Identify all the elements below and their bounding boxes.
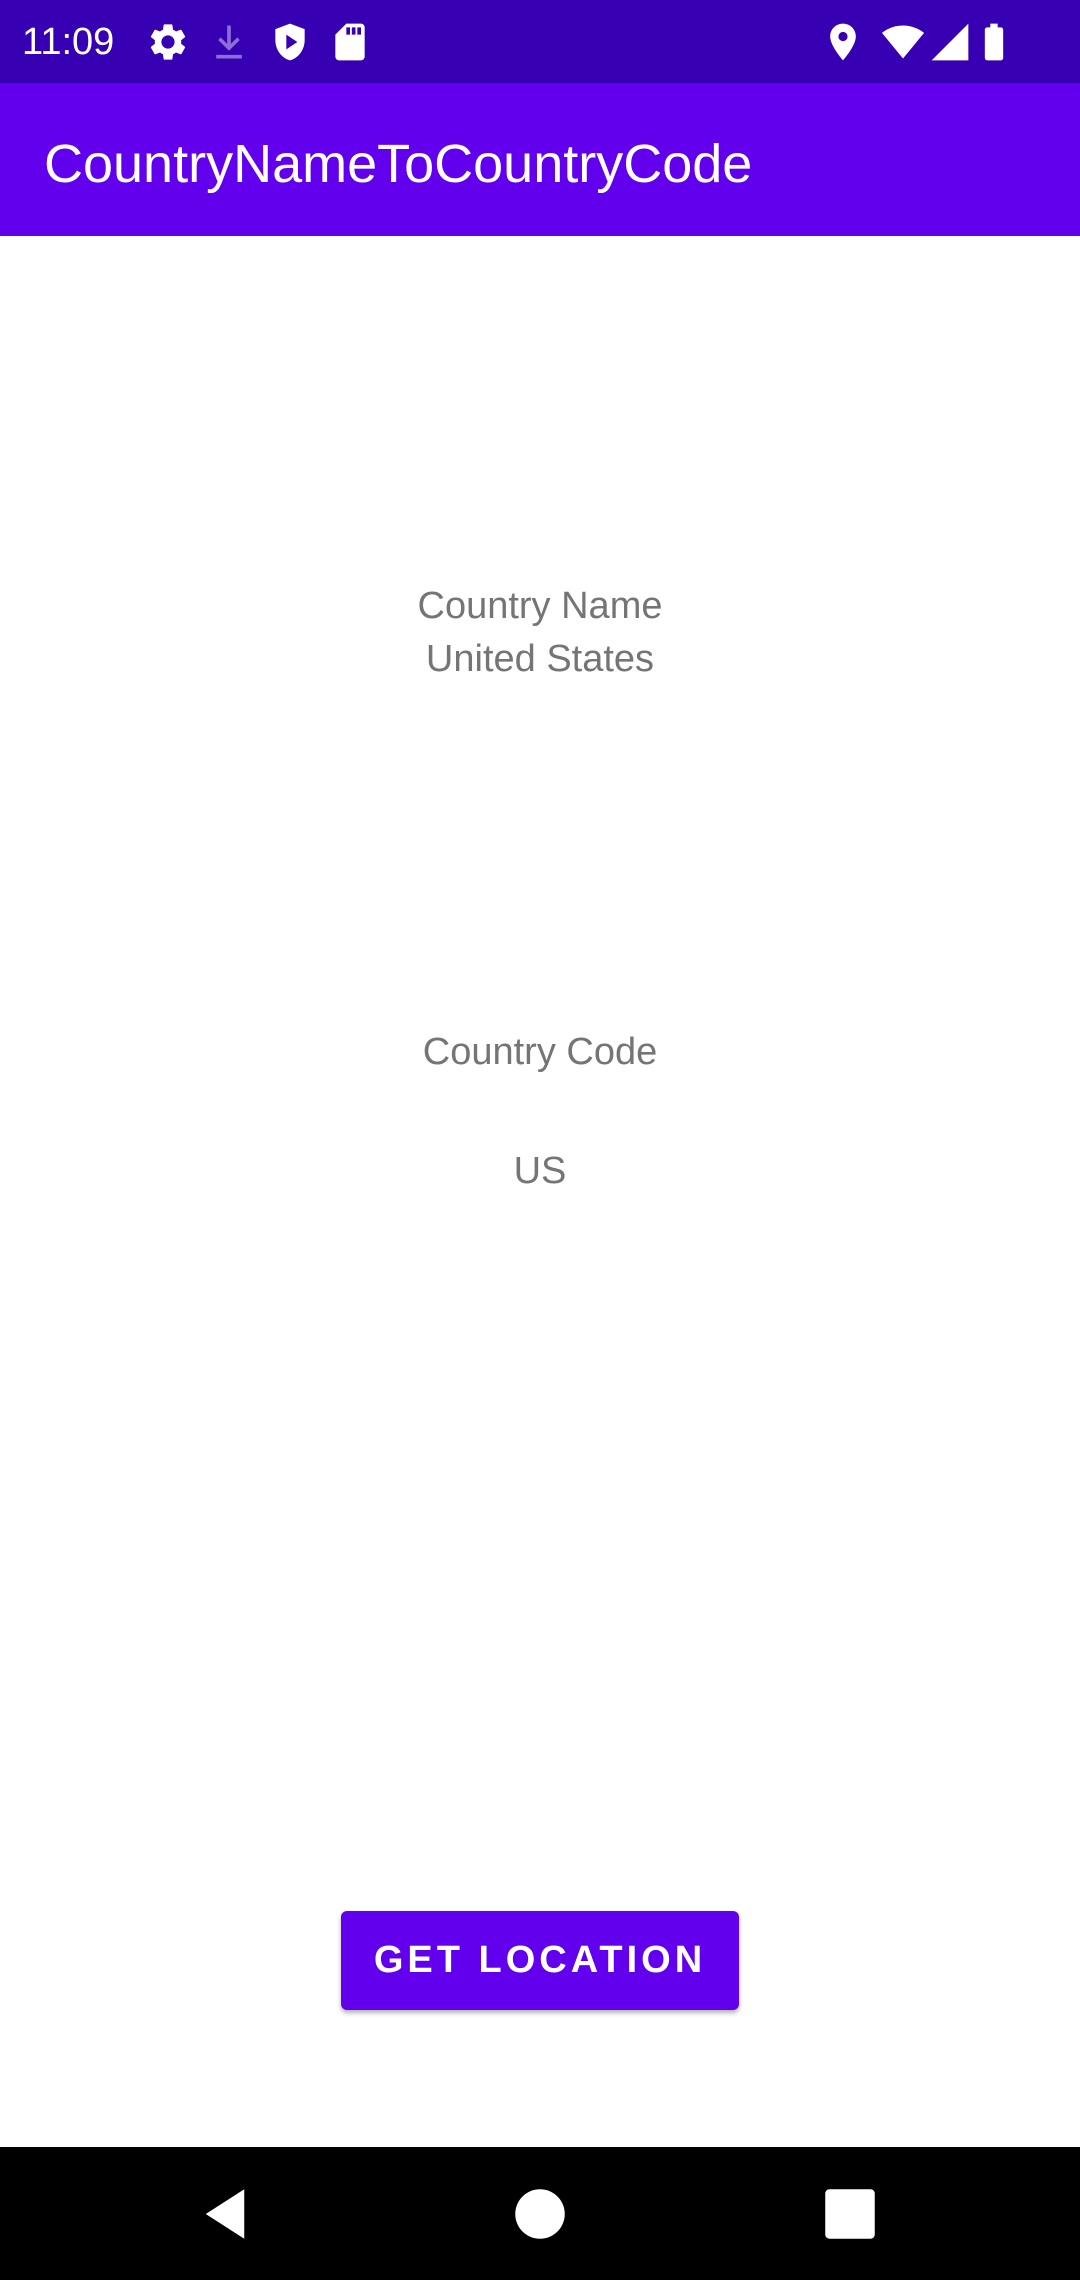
- get-location-button[interactable]: GET LOCATION: [341, 1911, 739, 2010]
- cell-signal-icon: [928, 20, 972, 64]
- navigation-bar: [0, 2147, 1080, 2280]
- country-name-value: United States: [425, 638, 655, 680]
- location-pin-icon: [821, 20, 865, 64]
- recents-icon[interactable]: [817, 2181, 883, 2247]
- sd-card-icon: [328, 20, 372, 64]
- status-time: 11:09: [22, 21, 115, 63]
- country-name-label: Country Name: [417, 585, 663, 627]
- wifi-icon: [878, 20, 928, 64]
- battery-icon: [972, 20, 1016, 64]
- shield-play-icon: [268, 20, 312, 64]
- country-code-value: US: [513, 1150, 567, 1192]
- main-content: Country Name United States Country Code …: [0, 236, 1080, 2147]
- status-bar: 11:09: [0, 0, 1080, 83]
- gear-icon: [146, 20, 190, 64]
- country-code-label: Country Code: [422, 1031, 658, 1073]
- download-icon: [207, 20, 251, 64]
- app-bar: CountryNameToCountryCode: [0, 83, 1080, 236]
- app-title: CountryNameToCountryCode: [44, 134, 753, 194]
- back-icon[interactable]: [192, 2181, 258, 2247]
- home-icon[interactable]: [507, 2181, 573, 2247]
